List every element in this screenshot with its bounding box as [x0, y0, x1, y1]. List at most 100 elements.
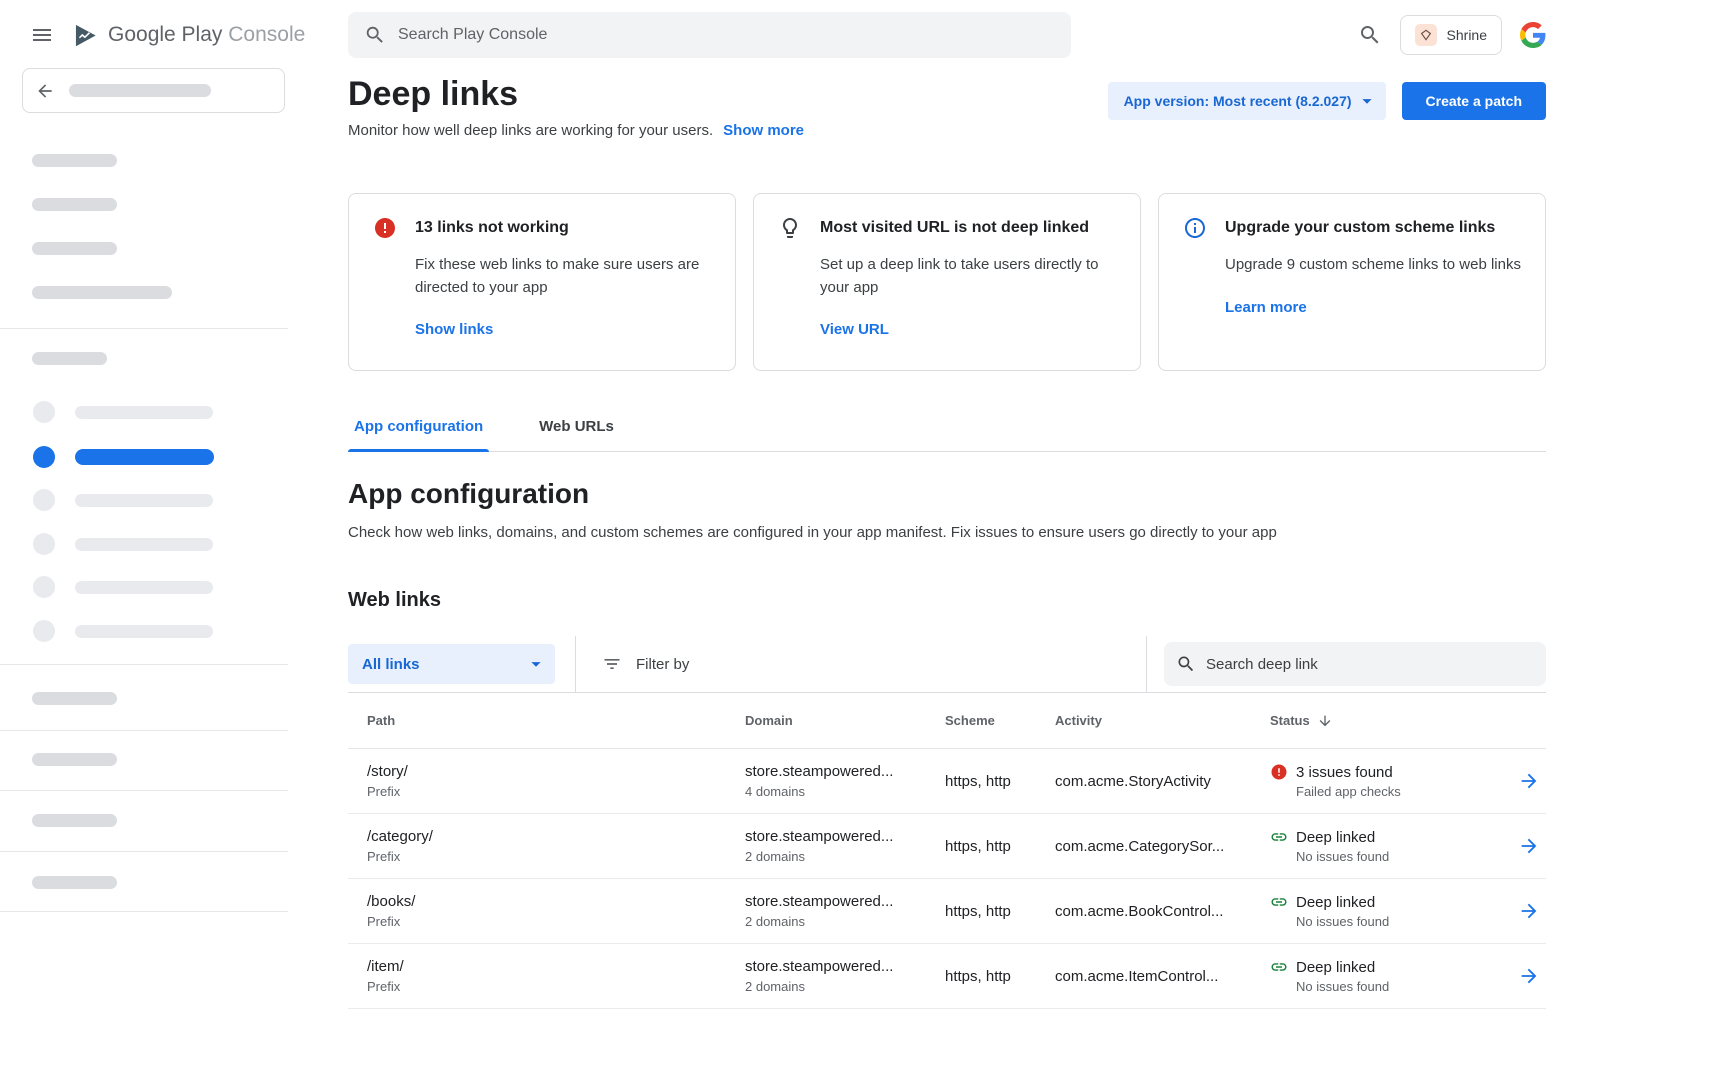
arrow-forward-icon — [1518, 770, 1540, 792]
sidebar-divider — [0, 911, 288, 912]
error-icon — [1270, 763, 1288, 781]
back-arrow-icon — [35, 81, 55, 101]
activity: com.acme.ItemControl... — [1055, 968, 1270, 985]
status-detail: No issues found — [1296, 914, 1496, 929]
row-details-arrow[interactable] — [1518, 965, 1546, 987]
sidebar-divider — [0, 730, 288, 731]
card-most-visited-url: Most visited URL is not deep linked Set … — [753, 193, 1141, 371]
console-search[interactable] — [348, 12, 1071, 58]
activity: com.acme.BookControl... — [1055, 903, 1270, 920]
filter-by-control[interactable]: Filter by — [575, 636, 1146, 692]
card-title: Most visited URL is not deep linked — [820, 219, 1089, 237]
app-version-dropdown[interactable]: App version: Most recent (8.2.027) — [1108, 82, 1386, 120]
domain-count: 2 domains — [745, 849, 945, 864]
deep-link-search-input[interactable] — [1206, 656, 1534, 673]
table-row[interactable]: /story/ Prefix store.steampowered... 4 d… — [348, 749, 1546, 814]
skeleton-bar — [32, 352, 107, 365]
path-type: Prefix — [367, 784, 745, 799]
sidebar-header: Google Play Console — [0, 0, 288, 70]
skeleton-bar — [32, 154, 117, 167]
activity: com.acme.StoryActivity — [1055, 773, 1270, 790]
page-title: Deep links — [348, 74, 804, 114]
row-details-arrow[interactable] — [1518, 770, 1546, 792]
path-type: Prefix — [367, 849, 745, 864]
skeleton-bar — [32, 753, 117, 766]
section-description: Check how web links, domains, and custom… — [348, 524, 1546, 541]
sidebar-item-deep-links[interactable] — [75, 449, 214, 465]
skeleton-icon — [33, 620, 55, 642]
active-nav-icon[interactable] — [33, 446, 55, 468]
link-icon — [1270, 958, 1288, 976]
search-button[interactable] — [1358, 23, 1382, 47]
domain-count: 2 domains — [745, 979, 945, 994]
table-row[interactable]: /category/ Prefix store.steampowered... … — [348, 814, 1546, 879]
view-url-link[interactable]: View URL — [820, 321, 889, 338]
row-details-arrow[interactable] — [1518, 900, 1546, 922]
back-navigation[interactable] — [22, 68, 285, 113]
skeleton-bar — [32, 198, 117, 211]
tab-web-urls[interactable]: Web URLs — [533, 417, 620, 451]
column-header-activity[interactable]: Activity — [1055, 713, 1270, 728]
sidebar-divider — [0, 328, 288, 329]
deep-link-search[interactable] — [1164, 642, 1546, 686]
column-header-status[interactable]: Status — [1270, 713, 1496, 729]
column-header-path[interactable]: Path — [348, 713, 745, 728]
sidebar-divider — [0, 664, 288, 665]
status-text: Deep linked — [1296, 829, 1375, 846]
search-icon — [1358, 23, 1382, 47]
card-body: Fix these web links to make sure users a… — [415, 254, 711, 299]
path-type: Prefix — [367, 914, 745, 929]
card-title: Upgrade your custom scheme links — [1225, 219, 1495, 237]
table-row[interactable]: /books/ Prefix store.steampowered... 2 d… — [348, 879, 1546, 944]
chevron-down-icon — [1356, 90, 1378, 112]
domain-count: 2 domains — [745, 914, 945, 929]
logo-text: Google Play Console — [108, 23, 305, 47]
section-title: App configuration — [348, 478, 1546, 510]
skeleton-bar — [69, 84, 211, 97]
status-text: Deep linked — [1296, 894, 1375, 911]
path-type: Prefix — [367, 979, 745, 994]
topbar-actions: Shrine — [1358, 15, 1546, 55]
skeleton-icon — [33, 401, 55, 423]
app-switcher[interactable]: Shrine — [1400, 15, 1502, 55]
lightbulb-icon — [778, 216, 802, 240]
create-patch-button[interactable]: Create a patch — [1402, 82, 1546, 120]
web-links-toolbar: All links Filter by — [348, 636, 1546, 693]
google-logo[interactable] — [1520, 22, 1546, 48]
sidebar-divider — [0, 851, 288, 852]
links-filter-dropdown[interactable]: All links — [348, 644, 555, 684]
scheme: https, http — [945, 838, 1055, 855]
show-more-link[interactable]: Show more — [723, 122, 804, 139]
skeleton-bar — [32, 692, 117, 705]
skeleton-icon — [33, 533, 55, 555]
skeleton-icon — [33, 489, 55, 511]
console-search-input[interactable] — [398, 26, 1063, 44]
current-app-name: Shrine — [1447, 27, 1487, 43]
scheme: https, http — [945, 903, 1055, 920]
app-root: Google Play Console — [0, 0, 1728, 1080]
tab-bar: App configuration Web URLs — [348, 417, 1546, 452]
domain: store.steampowered... — [745, 763, 945, 780]
arrow-forward-icon — [1518, 835, 1540, 857]
deep-link-path: /story/ — [367, 763, 745, 780]
arrow-forward-icon — [1518, 900, 1540, 922]
column-header-domain[interactable]: Domain — [745, 713, 945, 728]
error-icon — [373, 216, 397, 240]
link-icon — [1270, 828, 1288, 846]
skeleton-bar — [75, 625, 213, 638]
table-header: Path Domain Scheme Activity Status — [348, 693, 1546, 749]
skeleton-bar — [32, 876, 117, 889]
play-console-logo: Google Play Console — [72, 22, 305, 49]
show-links-link[interactable]: Show links — [415, 321, 493, 338]
status-detail: Failed app checks — [1296, 784, 1496, 799]
row-details-arrow[interactable] — [1518, 835, 1546, 857]
column-header-scheme[interactable]: Scheme — [945, 713, 1055, 728]
table-row[interactable]: /item/ Prefix store.steampowered... 2 do… — [348, 944, 1546, 1009]
tab-app-configuration[interactable]: App configuration — [348, 417, 489, 451]
menu-icon[interactable] — [30, 23, 54, 47]
shrine-app-icon — [1415, 24, 1437, 46]
learn-more-link[interactable]: Learn more — [1225, 299, 1307, 316]
scheme: https, http — [945, 968, 1055, 985]
scheme: https, http — [945, 773, 1055, 790]
status-text: 3 issues found — [1296, 764, 1393, 781]
